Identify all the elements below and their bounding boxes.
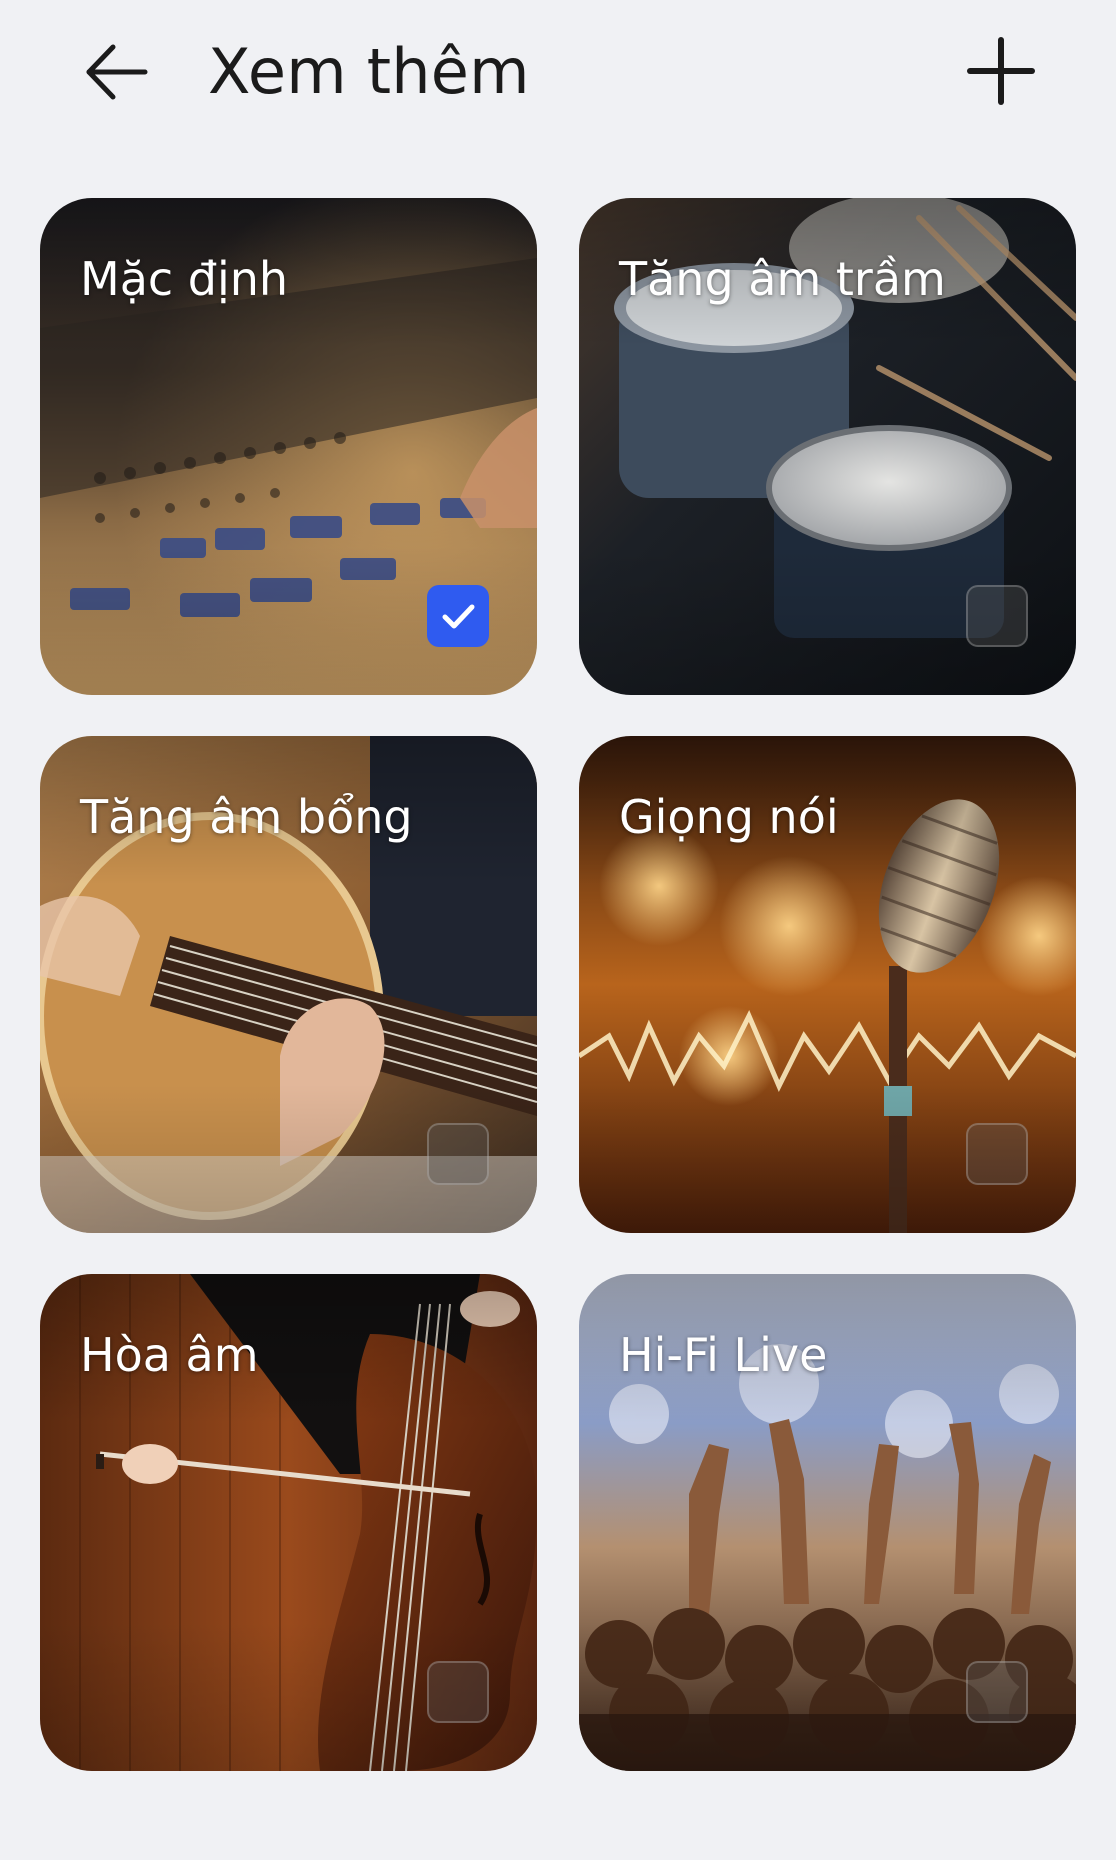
preset-checkbox[interactable] bbox=[966, 1123, 1028, 1185]
preset-label: Hòa âm bbox=[80, 1328, 259, 1382]
sound-preset-grid: Mặc định Tăng âm trầm Tăng âm bổng Giọng… bbox=[40, 198, 1076, 1771]
preset-checkbox[interactable] bbox=[427, 1123, 489, 1185]
preset-label: Giọng nói bbox=[619, 790, 839, 844]
preset-label: Hi-Fi Live bbox=[619, 1328, 828, 1382]
top-app-bar: Xem thêm bbox=[0, 0, 1116, 140]
preset-checkbox[interactable] bbox=[427, 1661, 489, 1723]
preset-card-treble-boost[interactable]: Tăng âm bổng bbox=[40, 736, 537, 1233]
preset-checkbox[interactable] bbox=[966, 585, 1028, 647]
preset-checkbox-checked[interactable] bbox=[427, 585, 489, 647]
back-button[interactable] bbox=[74, 30, 158, 114]
preset-label: Tăng âm bổng bbox=[80, 790, 413, 844]
add-preset-button[interactable] bbox=[956, 26, 1046, 116]
arrow-left-icon bbox=[86, 44, 148, 100]
preset-card-bass-boost[interactable]: Tăng âm trầm bbox=[579, 198, 1076, 695]
preset-card-default[interactable]: Mặc định bbox=[40, 198, 537, 695]
preset-card-hifi-live[interactable]: Hi-Fi Live bbox=[579, 1274, 1076, 1771]
page-title: Xem thêm bbox=[208, 35, 530, 108]
preset-card-vocal[interactable]: Giọng nói bbox=[579, 736, 1076, 1233]
preset-label: Tăng âm trầm bbox=[619, 252, 946, 306]
preset-label: Mặc định bbox=[80, 252, 289, 306]
preset-checkbox[interactable] bbox=[966, 1661, 1028, 1723]
plus-icon bbox=[967, 37, 1035, 105]
checkmark-icon bbox=[442, 604, 475, 629]
preset-card-harmony[interactable]: Hòa âm bbox=[40, 1274, 537, 1771]
